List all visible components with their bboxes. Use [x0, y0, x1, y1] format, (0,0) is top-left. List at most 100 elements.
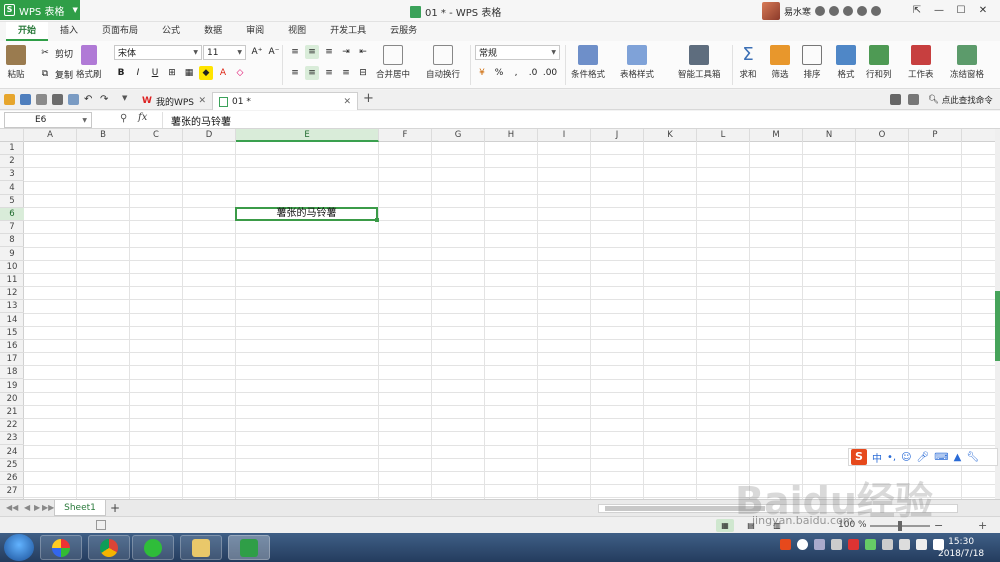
normal-view-icon[interactable]: ▦: [716, 519, 734, 532]
merge-center-button[interactable]: 合并居中: [376, 45, 410, 80]
row-header-25[interactable]: 25: [0, 459, 24, 472]
indent-icon[interactable]: ⇥: [339, 45, 353, 59]
taskbar-app-wps[interactable]: [228, 535, 270, 560]
column-header-g[interactable]: G: [432, 129, 485, 142]
row-header-23[interactable]: 23: [0, 432, 24, 446]
tab-view[interactable]: 视图: [276, 22, 318, 41]
network-icon[interactable]: [865, 539, 876, 550]
bold-icon[interactable]: B: [114, 66, 128, 80]
distributed-icon[interactable]: ⊟: [356, 66, 370, 80]
number-format-select[interactable]: 常规 ▼: [475, 45, 560, 60]
system-clock[interactable]: 15:30 2018/7/18: [938, 536, 984, 560]
avatar[interactable]: [762, 2, 780, 20]
zoom-formula-icon[interactable]: ⚲: [120, 113, 127, 124]
fill-color-icon[interactable]: ◆: [199, 66, 213, 80]
smart-toolbox-button[interactable]: 智能工具箱: [678, 45, 721, 80]
zoom-slider[interactable]: [870, 521, 930, 531]
column-header-h[interactable]: H: [485, 129, 538, 142]
new-tab-button[interactable]: +: [363, 91, 374, 106]
keyboard-icon[interactable]: ⌨: [934, 452, 948, 463]
tab-page-layout[interactable]: 页面布局: [90, 22, 150, 41]
worksheet-button[interactable]: 工作表: [908, 45, 934, 80]
font-name-select[interactable]: 宋体 ▼: [114, 45, 202, 60]
decrease-decimal-icon[interactable]: .00: [543, 66, 557, 80]
add-sheet-button[interactable]: +: [110, 501, 120, 515]
tab-home[interactable]: 开始: [6, 22, 49, 41]
justify-icon[interactable]: ≡: [339, 66, 353, 80]
cell-area[interactable]: 薯张的马铃薯: [24, 142, 995, 499]
column-header-o[interactable]: O: [856, 129, 909, 142]
undo-icon[interactable]: ↶: [84, 94, 95, 105]
user-area[interactable]: 易水寒: [762, 1, 882, 21]
column-header-b[interactable]: B: [77, 129, 130, 142]
skin-icon[interactable]: ▲: [954, 452, 962, 463]
row-header-17[interactable]: 17: [0, 353, 24, 367]
settings-icon[interactable]: [857, 6, 868, 16]
filter-button[interactable]: 筛选: [770, 45, 790, 80]
app-menu-button[interactable]: S WPS 表格 ▼: [0, 0, 80, 20]
last-sheet-icon[interactable]: ▶▶: [42, 503, 54, 512]
close-icon[interactable]: ✕: [198, 96, 206, 106]
select-all-corner[interactable]: [0, 129, 24, 142]
column-header-i[interactable]: I: [538, 129, 591, 142]
print-preview-icon[interactable]: [68, 94, 79, 105]
tab-insert[interactable]: 插入: [48, 22, 90, 41]
taskbar-app-game[interactable]: [40, 535, 82, 560]
thousands-icon[interactable]: ,: [509, 66, 523, 80]
tab-data[interactable]: 数据: [192, 22, 234, 41]
redo-icon[interactable]: ↷: [100, 94, 111, 105]
collapse-ribbon-icon[interactable]: [908, 94, 919, 105]
align-bottom-icon[interactable]: ≡: [322, 45, 336, 59]
row-header-5[interactable]: 5: [0, 195, 24, 208]
tools-icon[interactable]: 🔧︎: [966, 452, 979, 463]
column-header-e[interactable]: E: [236, 129, 379, 142]
show-hidden-icon[interactable]: [831, 539, 842, 550]
tab-formulas[interactable]: 公式: [150, 22, 192, 41]
sum-button[interactable]: Σ 求和: [738, 45, 758, 81]
column-header-j[interactable]: J: [591, 129, 644, 142]
align-center-icon[interactable]: ≡: [305, 66, 319, 80]
row-header-26[interactable]: 26: [0, 472, 24, 485]
cut-button[interactable]: ✂ 剪切: [38, 46, 73, 60]
column-header-k[interactable]: K: [644, 129, 697, 142]
signal-icon[interactable]: [916, 539, 927, 550]
name-box[interactable]: E6 ▼: [4, 112, 92, 128]
row-header-3[interactable]: 3: [0, 168, 24, 182]
row-header-24[interactable]: 24: [0, 446, 24, 459]
microphone-icon[interactable]: 🎤︎: [917, 452, 930, 463]
minimize-button[interactable]: —: [928, 2, 950, 19]
prev-sheet-icon[interactable]: ◀: [24, 503, 30, 512]
row-header-13[interactable]: 13: [0, 300, 24, 314]
emoji-icon[interactable]: ☺: [901, 452, 911, 463]
column-header-d[interactable]: D: [183, 129, 236, 142]
format-button[interactable]: 格式: [836, 45, 856, 80]
column-header-a[interactable]: A: [24, 129, 77, 142]
row-header-4[interactable]: 4: [0, 182, 24, 195]
user-name[interactable]: 易水寒: [784, 5, 811, 18]
merge-border-icon[interactable]: ▦: [182, 66, 196, 80]
column-header-f[interactable]: F: [379, 129, 432, 142]
scroll-thumb[interactable]: [995, 291, 1000, 361]
first-sheet-icon[interactable]: ◀◀: [6, 503, 18, 512]
row-header-10[interactable]: 10: [0, 261, 24, 274]
italic-icon[interactable]: I: [131, 66, 145, 80]
increase-font-icon[interactable]: A⁺: [250, 45, 264, 59]
conditional-format-button[interactable]: 条件格式: [571, 45, 605, 80]
zoom-in-icon[interactable]: +: [978, 519, 987, 532]
formula-input[interactable]: 薯张的马铃薯: [162, 112, 996, 128]
border-icon[interactable]: ⊞: [165, 66, 179, 80]
status-icon[interactable]: [797, 539, 808, 550]
zoom-out-icon[interactable]: −: [934, 519, 943, 532]
print-icon[interactable]: [52, 94, 63, 105]
row-header-16[interactable]: 16: [0, 340, 24, 353]
start-button[interactable]: [4, 534, 34, 561]
wrap-text-button[interactable]: 自动换行: [426, 45, 460, 80]
close-icon[interactable]: ✕: [343, 97, 351, 107]
action-center-icon[interactable]: [814, 539, 825, 550]
page-setup-icon[interactable]: [96, 520, 106, 530]
row-header-9[interactable]: 9: [0, 248, 24, 261]
help-icon[interactable]: [871, 6, 882, 16]
sogou-logo-icon[interactable]: S: [851, 449, 867, 465]
align-top-icon[interactable]: ≡: [288, 45, 302, 59]
fill-handle[interactable]: [375, 218, 379, 222]
